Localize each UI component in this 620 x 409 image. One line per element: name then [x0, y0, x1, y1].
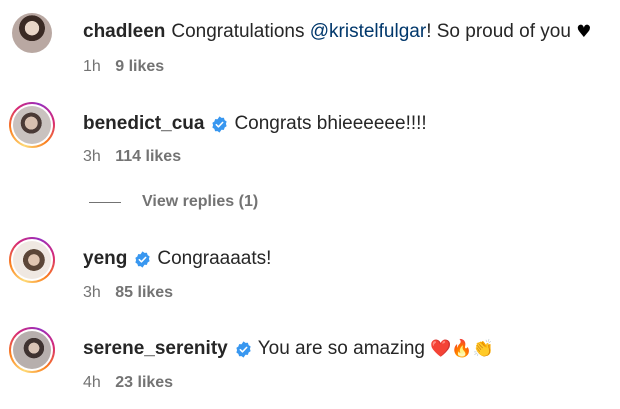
comment-likes[interactable]: 23 likes [115, 374, 173, 391]
avatar[interactable] [12, 13, 52, 53]
heart-emoji: ♥ [576, 22, 592, 42]
comment-text: You are so amazing ❤️🔥👏 [257, 338, 494, 359]
comment-likes[interactable]: 114 likes [115, 148, 181, 165]
avatar-image [12, 13, 52, 53]
comment-time: 4h [83, 374, 101, 391]
comment-likes[interactable]: 85 likes [115, 284, 173, 301]
avatar-image [13, 331, 51, 369]
avatar-image [13, 106, 51, 144]
verified-badge-icon [236, 340, 251, 358]
verified-badge-icon [212, 115, 228, 133]
comment-meta: 1h 9 likes [83, 58, 164, 76]
comment-text: Congratulations @kristelfulgar! So proud… [171, 21, 592, 42]
comment-likes[interactable]: 9 likes [115, 58, 164, 75]
comment-username[interactable]: chadleen [83, 20, 165, 44]
verified-badge-icon [135, 250, 150, 268]
comment-username[interactable]: benedict_cua [83, 112, 204, 136]
comment-meta: 3h 85 likes [83, 284, 173, 302]
replies-divider [89, 201, 121, 203]
avatar[interactable] [9, 327, 55, 373]
avatar[interactable] [9, 102, 55, 148]
comment-meta: 4h 23 likes [83, 374, 173, 392]
comment-username[interactable]: yeng [83, 247, 127, 271]
comment-time: 1h [83, 58, 101, 75]
comment-text: Congrats bhieeeeee!!!! [234, 113, 427, 134]
view-replies-label: View replies (1) [142, 193, 259, 210]
avatar-image [13, 241, 51, 279]
comment-meta: 3h 114 likes [83, 148, 181, 166]
comment-time: 3h [83, 148, 101, 165]
emoji-group: ❤️🔥👏 [430, 339, 494, 359]
comment-text: Congraaaats! [157, 248, 272, 269]
comment-time: 3h [83, 284, 101, 301]
comment-username[interactable]: serene_serenity [83, 337, 228, 361]
avatar[interactable] [9, 237, 55, 283]
view-replies-button[interactable]: View replies (1) [89, 193, 258, 211]
mention-link[interactable]: @kristelfulgar [310, 21, 426, 42]
